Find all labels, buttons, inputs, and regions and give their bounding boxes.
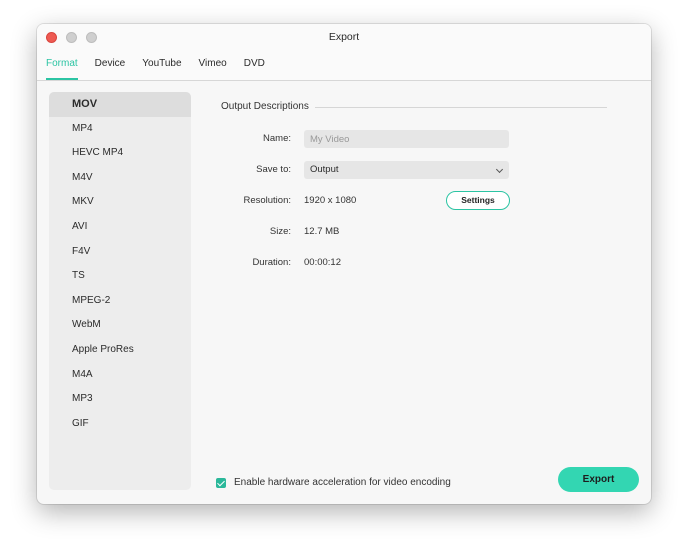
save-to-label: Save to: bbox=[256, 164, 291, 175]
format-item-avi[interactable]: AVI bbox=[49, 215, 191, 240]
format-item-mpeg-2[interactable]: MPEG-2 bbox=[49, 289, 191, 314]
tab-format[interactable]: Format bbox=[46, 58, 78, 80]
duration-value: 00:00:12 bbox=[304, 257, 341, 268]
save-to-select[interactable]: Output bbox=[304, 161, 509, 179]
format-item-mp4[interactable]: MP4 bbox=[49, 117, 191, 142]
output-section-title: Output Descriptions bbox=[221, 101, 309, 112]
section-divider bbox=[315, 107, 607, 108]
name-input[interactable] bbox=[304, 130, 509, 148]
name-label: Name: bbox=[263, 133, 291, 144]
tab-youtube[interactable]: YouTube bbox=[142, 58, 181, 80]
title-bar: Export Format Device YouTube Vimeo DVD bbox=[37, 24, 651, 81]
tab-device[interactable]: Device bbox=[95, 58, 126, 80]
format-list: MOV MP4 HEVC MP4 M4V MKV AVI F4V TS MPEG… bbox=[49, 92, 191, 490]
format-item-f4v[interactable]: F4V bbox=[49, 240, 191, 265]
format-item-m4v[interactable]: M4V bbox=[49, 166, 191, 191]
format-item-mov[interactable]: MOV bbox=[49, 92, 191, 117]
export-button[interactable]: Export bbox=[558, 467, 639, 492]
hardware-acceleration-checkbox[interactable] bbox=[216, 478, 226, 488]
format-item-mkv[interactable]: MKV bbox=[49, 190, 191, 215]
window-title: Export bbox=[328, 31, 360, 43]
format-item-hevc-mp4[interactable]: HEVC MP4 bbox=[49, 141, 191, 166]
size-label: Size: bbox=[269, 226, 291, 237]
resolution-label: Resolution: bbox=[243, 195, 291, 206]
format-item-m4a[interactable]: M4A bbox=[49, 363, 191, 388]
format-item-gif[interactable]: GIF bbox=[49, 412, 191, 437]
format-item-ts[interactable]: TS bbox=[49, 264, 191, 289]
duration-label: Duration: bbox=[252, 257, 291, 268]
save-to-value: Output bbox=[310, 164, 339, 175]
tab-vimeo[interactable]: Vimeo bbox=[199, 58, 227, 80]
export-tabs: Format Device YouTube Vimeo DVD bbox=[46, 58, 282, 80]
format-item-mp3[interactable]: MP3 bbox=[49, 387, 191, 412]
settings-button[interactable]: Settings bbox=[446, 191, 510, 210]
format-item-webm[interactable]: WebM bbox=[49, 313, 191, 338]
format-item-apple-prores[interactable]: Apple ProRes bbox=[49, 338, 191, 363]
chevron-down-icon bbox=[495, 165, 504, 174]
size-value: 12.7 MB bbox=[304, 226, 340, 237]
export-window: Export Format Device YouTube Vimeo DVD M… bbox=[37, 24, 651, 504]
hardware-acceleration-label[interactable]: Enable hardware acceleration for video e… bbox=[234, 477, 451, 488]
resolution-value: 1920 x 1080 bbox=[304, 195, 357, 206]
tab-dvd[interactable]: DVD bbox=[244, 58, 265, 80]
